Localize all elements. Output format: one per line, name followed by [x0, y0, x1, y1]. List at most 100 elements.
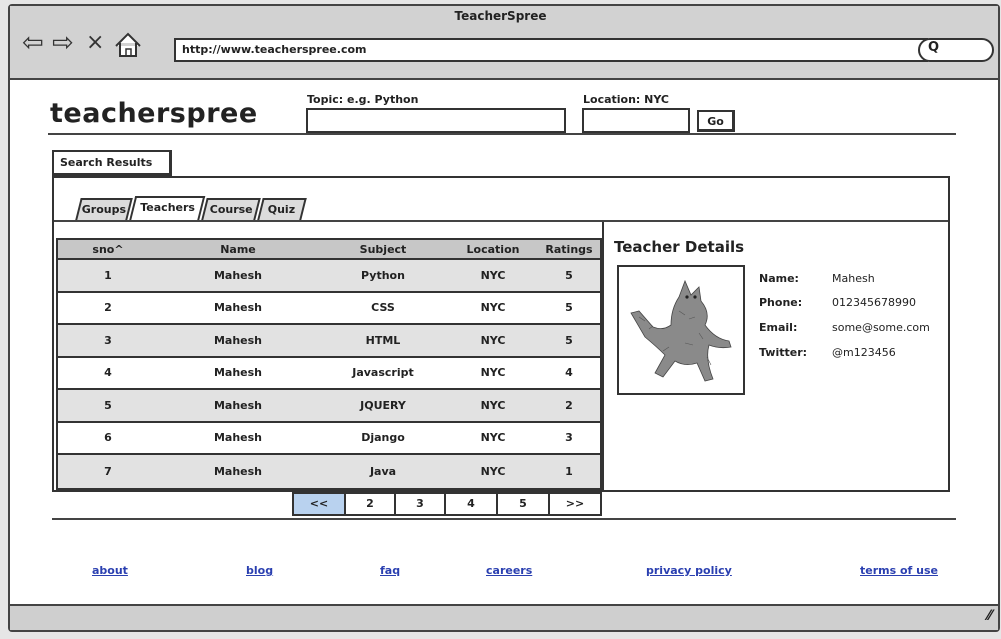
details-divider [602, 222, 604, 490]
page-prev-button[interactable]: << [292, 492, 346, 516]
cell-sno: 5 [104, 398, 112, 412]
tab-groups[interactable]: Groups [75, 198, 133, 220]
page-button[interactable]: 5 [496, 492, 550, 516]
detail-label-twitter: Twitter: [759, 346, 808, 359]
location-label: Location: NYC [583, 93, 670, 106]
detail-label-name: Name: [759, 272, 799, 285]
cell-rating: 5 [565, 333, 573, 347]
close-icon[interactable]: × [86, 30, 104, 56]
cell-subject: CSS [371, 301, 395, 315]
browser-search-field[interactable]: Q [918, 38, 994, 62]
cell-name: Mahesh [213, 268, 263, 282]
tabs-baseline [54, 220, 948, 222]
table-row[interactable]: 1 Mahesh Python NYC 5 [58, 260, 600, 293]
cell-rating: 1 [565, 464, 573, 478]
home-icon[interactable] [110, 30, 150, 58]
detail-value-phone: 012345678990 [832, 296, 916, 309]
cell-sno: 4 [104, 366, 112, 380]
footer-link-blog[interactable]: blog [246, 564, 273, 577]
topic-label: Topic: e.g. Python [307, 93, 419, 106]
go-button[interactable]: Go [697, 110, 735, 132]
cell-location: NYC [480, 268, 506, 282]
table-row[interactable]: 2 Mahesh CSS NYC 5 [58, 292, 600, 325]
cell-sno: 3 [104, 333, 112, 347]
cell-name: Mahesh [213, 464, 263, 478]
footer-link-terms-of-use[interactable]: terms of use [860, 564, 938, 577]
cell-rating: 4 [565, 366, 573, 380]
site-logo[interactable]: teacherspree [50, 98, 258, 129]
content-divider [52, 518, 956, 520]
cell-location: NYC [480, 431, 506, 445]
cell-subject: Javascript [352, 366, 414, 380]
tab-label: Quiz [268, 203, 296, 216]
cell-name: Mahesh [213, 431, 263, 445]
cell-location: NYC [480, 301, 506, 315]
table-row[interactable]: 7 Mahesh Java NYC 1 [58, 455, 600, 488]
page-button[interactable]: 4 [444, 492, 498, 516]
detail-value-twitter: @m123456 [832, 346, 896, 359]
page-button[interactable]: 3 [394, 492, 446, 516]
cell-sno: 6 [104, 431, 112, 445]
cell-subject: Django [361, 431, 405, 445]
column-header[interactable]: sno^ [58, 240, 158, 258]
cell-rating: 3 [565, 431, 573, 445]
teacher-details-title: Teacher Details [614, 238, 745, 256]
tab-label: Teachers [139, 201, 195, 214]
back-arrow-icon[interactable]: ⇦ [22, 30, 44, 56]
cell-location: NYC [480, 366, 506, 380]
teachers-table: sno^ Name Subject Location Ratings 1 Mah… [56, 238, 602, 490]
cell-rating: 2 [565, 398, 573, 412]
table-row[interactable]: 5 Mahesh JQUERY NYC 2 [58, 390, 600, 423]
cell-location: NYC [480, 398, 506, 412]
table-row[interactable]: 6 Mahesh Django NYC 3 [58, 422, 600, 455]
column-header[interactable]: Name [158, 240, 318, 258]
status-bar: ⁄⁄ [10, 604, 998, 630]
search-icon: Q [928, 40, 940, 55]
detail-value-email: some@some.com [832, 321, 930, 334]
footer-link-privacy-policy[interactable]: privacy policy [646, 564, 732, 577]
column-header[interactable]: Ratings [538, 240, 600, 258]
detail-value-name: Mahesh [832, 272, 875, 285]
table-row[interactable]: 3 Mahesh HTML NYC 5 [58, 325, 600, 358]
detail-label-email: Email: [759, 321, 798, 334]
detail-label-phone: Phone: [759, 296, 803, 309]
table-header-row: sno^ Name Subject Location Ratings [58, 240, 600, 260]
cell-name: Mahesh [213, 398, 263, 412]
cell-name: Mahesh [213, 333, 263, 347]
column-header[interactable]: Subject [318, 240, 448, 258]
column-header[interactable]: Location [448, 240, 538, 258]
teacher-photo [617, 265, 745, 395]
url-input[interactable]: http://www.teacherspree.com [174, 38, 928, 62]
cell-subject: JQUERY [360, 398, 406, 412]
tab-quiz[interactable]: Quiz [257, 198, 307, 220]
tab-teachers[interactable]: Teachers [128, 196, 206, 222]
cell-name: Mahesh [213, 366, 263, 380]
cell-location: NYC [480, 464, 506, 478]
header-divider [48, 133, 956, 135]
cell-name: Mahesh [213, 301, 263, 315]
page-button[interactable]: 2 [344, 492, 396, 516]
cell-subject: Python [361, 268, 405, 282]
cell-subject: HTML [365, 333, 401, 347]
tab-label: Course [209, 203, 253, 216]
footer-link-careers[interactable]: careers [486, 564, 532, 577]
tab-course[interactable]: Course [201, 198, 261, 220]
cell-subject: Java [369, 464, 397, 478]
footer-link-faq[interactable]: faq [380, 564, 400, 577]
cell-rating: 5 [565, 268, 573, 282]
cell-sno: 1 [104, 268, 112, 282]
search-results-button[interactable]: Search Results [52, 150, 172, 176]
topic-input[interactable] [306, 108, 566, 133]
window-title: TeacherSpree [454, 9, 547, 23]
page-next-button[interactable]: >> [548, 492, 602, 516]
table-row[interactable]: 4 Mahesh Javascript NYC 4 [58, 357, 600, 390]
resize-grip-icon[interactable]: ⁄⁄ [987, 608, 992, 624]
cell-location: NYC [480, 333, 506, 347]
cell-sno: 2 [104, 301, 112, 315]
footer-link-about[interactable]: about [92, 564, 128, 577]
tab-label: Groups [81, 203, 126, 216]
forward-arrow-icon[interactable]: ⇨ [52, 30, 74, 56]
cell-rating: 5 [565, 301, 573, 315]
location-input[interactable] [582, 108, 690, 133]
cell-sno: 7 [104, 464, 112, 478]
